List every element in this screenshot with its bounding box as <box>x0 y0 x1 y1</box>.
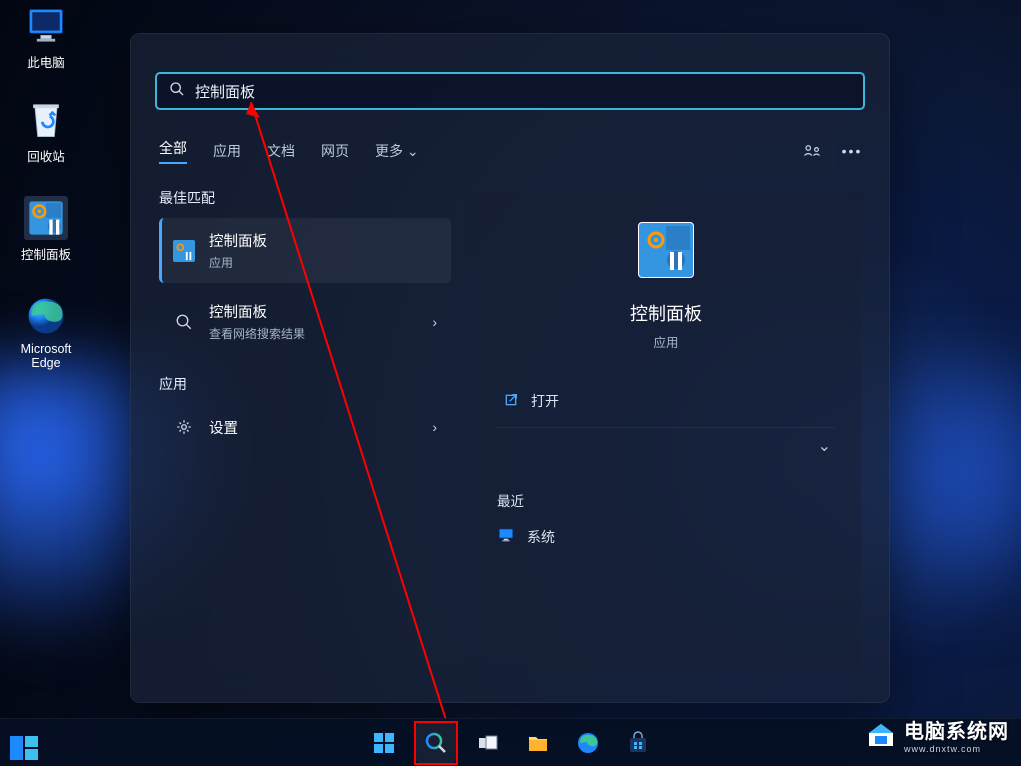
watermark-title: 电脑系统网 <box>904 715 1009 744</box>
result-subtitle: 查看网络搜索结果 <box>209 325 305 342</box>
tab-documents[interactable]: 文档 <box>267 141 295 161</box>
desktop-icon-this-pc[interactable]: 此电脑 <box>8 4 84 71</box>
desktop-icon-recycle-bin[interactable]: 回收站 <box>8 98 84 165</box>
desktop-icon-label: 控制面板 <box>8 244 84 263</box>
desktop-icon-label: Microsoft Edge <box>8 342 84 370</box>
monitor-icon <box>497 526 515 547</box>
desktop-icon-control-panel[interactable]: 控制面板 <box>8 196 84 263</box>
more-options-icon[interactable]: ••• <box>843 142 861 160</box>
control-panel-icon <box>24 196 68 240</box>
desktop-icon-edge[interactable]: Microsoft Edge <box>8 294 84 370</box>
desktop-icon-label: 回收站 <box>8 146 84 165</box>
watermark-url: www.dnxtw.com <box>904 744 1009 754</box>
detail-title: 控制面板 <box>497 300 835 326</box>
recent-label: 最近 <box>497 490 835 510</box>
desktop-icon-label: 此电脑 <box>8 52 84 71</box>
tab-more[interactable]: 更多 ⌄ <box>375 141 419 161</box>
edge-button[interactable] <box>568 723 608 763</box>
recent-item-system[interactable]: 系统 <box>497 526 835 547</box>
store-button[interactable] <box>618 723 658 763</box>
best-match-label: 最佳匹配 <box>159 188 451 208</box>
search-icon <box>173 311 195 333</box>
taskbar-search-button[interactable] <box>414 721 458 765</box>
gear-icon <box>173 416 195 438</box>
taskbar-widgets[interactable] <box>10 736 40 760</box>
detail-pane: 控制面板 应用 打开 ⌄ 最近 系统 <box>471 192 861 672</box>
result-subtitle: 应用 <box>209 254 267 271</box>
detail-subtitle: 应用 <box>497 332 835 351</box>
result-settings[interactable]: 设置 › <box>159 404 451 450</box>
search-panel: 全部 应用 文档 网页 更多 ⌄ ••• 最佳匹配 控制面板 应用 <box>130 33 890 703</box>
search-input[interactable] <box>195 83 851 100</box>
watermark: 电脑系统网 www.dnxtw.com <box>866 715 1009 754</box>
open-label: 打开 <box>531 391 559 411</box>
watermark-logo-icon <box>866 720 896 750</box>
search-tabs: 全部 应用 文档 网页 更多 ⌄ ••• <box>159 138 861 164</box>
file-explorer-button[interactable] <box>518 723 558 763</box>
chevron-down-icon[interactable]: ⌄ <box>818 436 831 456</box>
result-title: 设置 <box>209 417 238 438</box>
search-box[interactable] <box>155 72 865 110</box>
account-icon[interactable] <box>803 142 821 160</box>
control-panel-icon <box>638 222 694 278</box>
recent-item-label: 系统 <box>527 527 555 547</box>
chevron-right-icon: › <box>432 314 437 330</box>
task-view-button[interactable] <box>468 723 508 763</box>
open-action[interactable]: 打开 <box>497 379 835 423</box>
search-icon <box>169 81 185 102</box>
tab-all[interactable]: 全部 <box>159 138 187 164</box>
result-title: 控制面板 <box>209 230 267 251</box>
computer-icon <box>24 4 68 48</box>
control-panel-icon <box>173 240 195 262</box>
start-button[interactable] <box>364 723 404 763</box>
open-icon <box>503 392 519 411</box>
result-web-search[interactable]: 控制面板 查看网络搜索结果 › <box>159 289 451 354</box>
tab-web[interactable]: 网页 <box>321 141 349 161</box>
apps-section-label: 应用 <box>159 374 451 394</box>
result-title: 控制面板 <box>209 301 305 322</box>
edge-icon <box>24 294 68 338</box>
result-control-panel[interactable]: 控制面板 应用 <box>159 218 451 283</box>
recycle-bin-icon <box>24 98 68 142</box>
chevron-right-icon: › <box>432 419 437 435</box>
tab-apps[interactable]: 应用 <box>213 141 241 161</box>
results-list: 最佳匹配 控制面板 应用 控制面板 查看网络搜索结果 › <box>131 182 461 672</box>
